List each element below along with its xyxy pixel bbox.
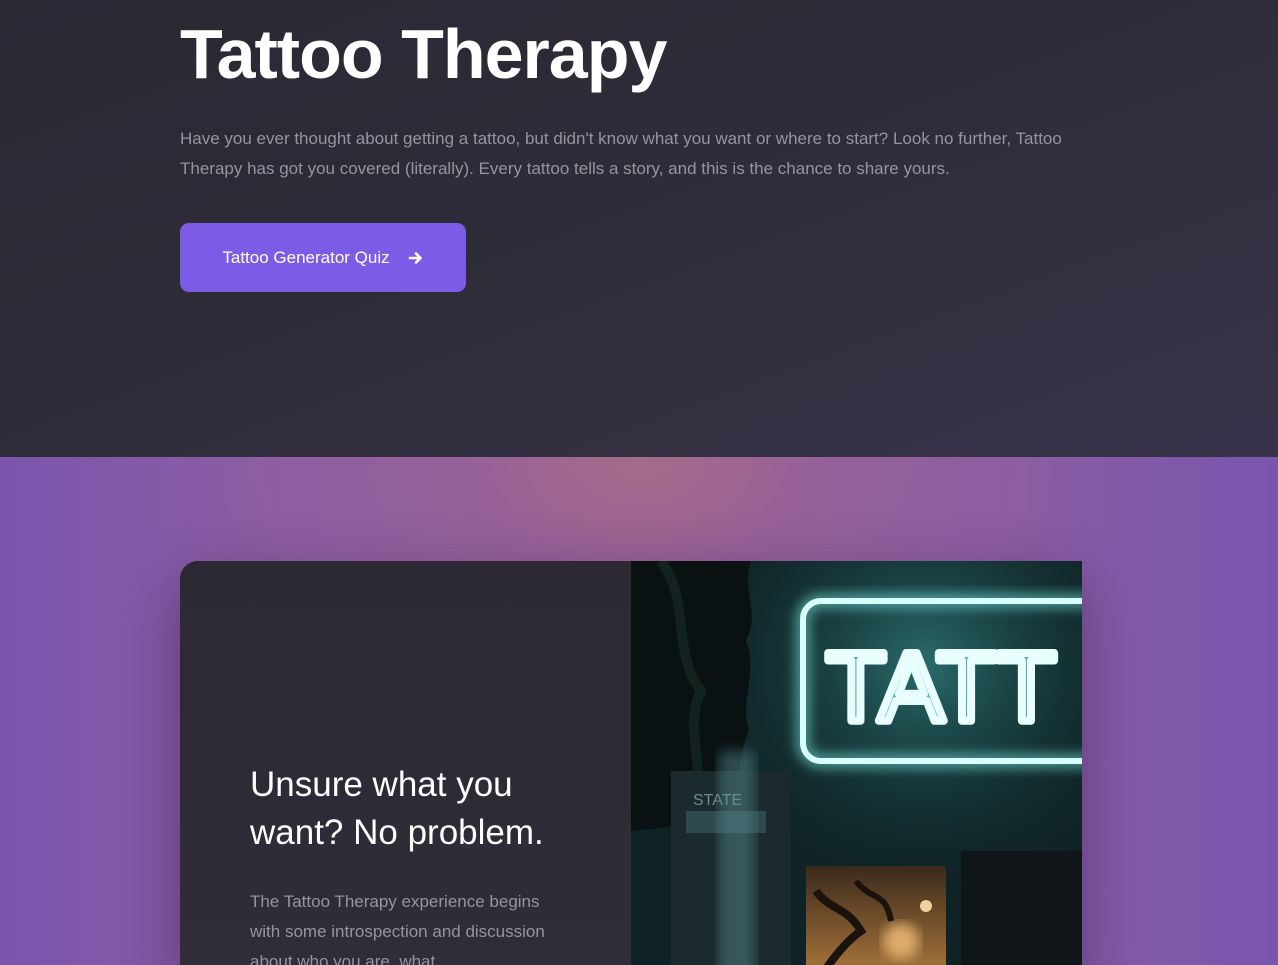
neon-tattoo-sign-illustration: STATE TATT TATT — [631, 561, 1082, 965]
svg-text:TATT: TATT — [826, 632, 1056, 742]
feature-card: Unsure what you want? No problem. The Ta… — [180, 561, 1082, 965]
arrow-right-icon — [408, 250, 424, 266]
page-title: Tattoo Therapy — [180, 15, 667, 93]
neon-tattoo-sign-photo: STATE TATT TATT — [631, 561, 1082, 965]
tattoo-quiz-button[interactable]: Tattoo Generator Quiz — [180, 223, 466, 292]
feature-heading: Unsure what you want? No problem. — [250, 765, 544, 852]
tattoo-quiz-button-label: Tattoo Generator Quiz — [222, 247, 390, 267]
feature-section: Unsure what you want? No problem. The Ta… — [0, 457, 1278, 965]
hero-section: Tattoo Therapy Have you ever thought abo… — [0, 0, 1278, 457]
feature-card-text: Unsure what you want? No problem. The Ta… — [180, 561, 631, 965]
feature-body: The Tattoo Therapy experience begins wit… — [250, 892, 545, 965]
hero-description: Have you ever thought about getting a ta… — [180, 129, 1062, 178]
